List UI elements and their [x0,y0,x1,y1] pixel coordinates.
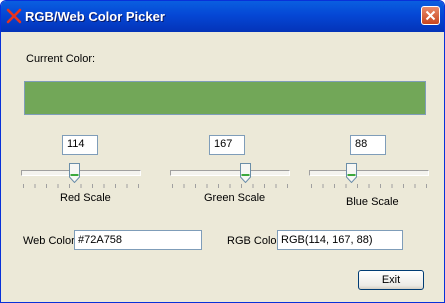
rgb-color-label: RGB Color: [227,235,284,247]
red-slider-thumb[interactable] [69,163,80,183]
window-title: RGB/Web Color Picker [25,9,165,24]
green-value-field[interactable]: 167 [209,135,245,155]
green-scale-slider[interactable] [170,163,292,193]
exit-button[interactable]: Exit [358,270,424,290]
red-slider-track [21,170,141,176]
blue-slider-thumb[interactable] [346,163,357,183]
blue-value-field[interactable]: 88 [350,135,386,155]
green-scale-label: Green Scale [204,192,266,204]
blue-scale-slider[interactable] [309,163,431,193]
title-bar[interactable]: RGB/Web Color Picker [1,1,444,32]
green-slider-ticks [172,184,288,188]
red-slider-ticks [23,184,139,188]
current-color-label: Current Color: [26,53,96,65]
color-picker-app-icon [6,8,22,24]
close-button[interactable] [421,6,440,25]
client-area: Current Color: 114 Red Scale 167 Green S… [4,32,441,299]
red-scale-label: Red Scale [60,192,111,204]
close-icon [425,10,436,21]
blue-scale-label: Blue Scale [346,196,399,208]
blue-slider-track [309,170,429,176]
green-slider-thumb[interactable] [240,163,251,183]
red-scale-slider[interactable] [21,163,143,193]
blue-slider-ticks [311,184,427,188]
web-color-label: Web Color: [23,235,78,247]
rgb-color-field[interactable]: RGB(114, 167, 88) [277,230,403,250]
web-color-field[interactable]: #72A758 [74,230,202,250]
green-slider-track [170,170,290,176]
color-picker-window: RGB/Web Color Picker Current Color: 114 … [0,0,445,303]
red-value-field[interactable]: 114 [62,135,98,155]
current-color-swatch [24,81,426,115]
